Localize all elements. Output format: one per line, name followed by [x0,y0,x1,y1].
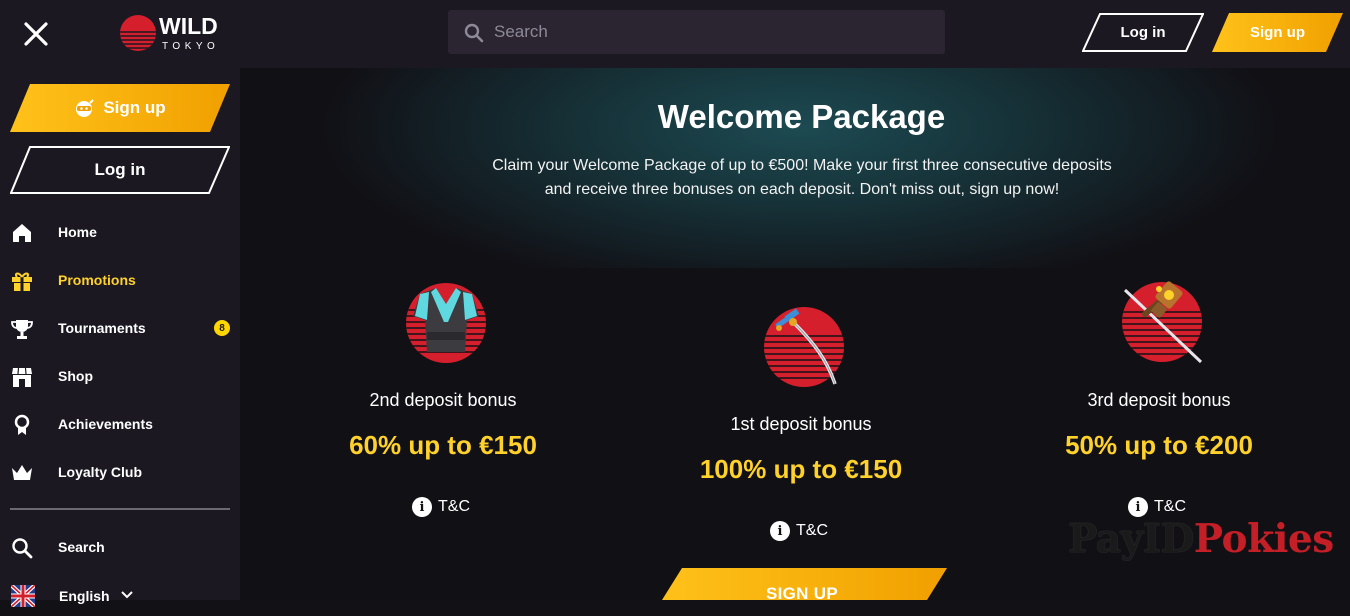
sidebar-item-home[interactable]: Home [0,213,240,253]
sidebar-item-promotions[interactable]: Promotions [0,261,240,301]
hammer-icon [1119,280,1205,366]
bonus-amount: 100% up to €150 [699,454,903,484]
watermark-part-2: Pokies [1193,516,1334,562]
terms-link[interactable]: i T&C [412,496,470,518]
bonus-amount: 50% up to €200 [1065,430,1253,460]
search-bar[interactable] [448,10,945,54]
sidebar-item-label: Achievements [58,416,153,432]
logo-wild: WILD [159,13,218,39]
top-bar: WILD TOKYO Log in Sign up [0,0,1350,68]
search-icon [464,23,484,43]
watermark: PayIDPokies [1068,516,1334,562]
kimono-icon [403,280,489,366]
logo-tokyo: TOKYO [162,41,219,52]
close-icon[interactable] [20,18,52,50]
medal-icon [14,414,30,435]
sidebar-divider [10,508,230,510]
sidebar: Sign up Log in Home Promotions Tournamen… [0,68,240,607]
logo[interactable]: WILD TOKYO [118,12,233,54]
watermark-part-1: PayID [1068,516,1194,562]
terms-label: T&C [438,498,470,515]
info-icon: i [412,497,432,517]
shop-icon [12,367,32,387]
uk-flag-icon [11,585,35,607]
sidebar-signup-button[interactable]: Sign up [10,84,230,132]
sidebar-item-label: Search [58,539,105,555]
sidebar-item-tournaments[interactable]: Tournaments 8 [0,309,240,349]
hero-subtitle-line-1: Claim your Welcome Package of up to €500… [492,157,1112,174]
bonus-card-1st-deposit: 1st deposit bonus 100% up to €150 i T&C [636,278,966,558]
terms-link[interactable]: i T&C [1128,496,1186,518]
sidebar-item-label: Promotions [58,272,136,288]
sidebar-item-label: Tournaments [58,320,146,336]
terms-link[interactable]: i T&C [770,520,828,542]
language-label: English [59,588,110,604]
signup-cta-label: SIGN UP [765,584,838,600]
sidebar-item-search[interactable]: Search [0,528,240,568]
sidebar-signup-content: Sign up [10,84,230,132]
sidebar-item-achievements[interactable]: Achievements [0,405,240,445]
bonus-card-3rd-deposit: 3rd deposit bonus 50% up to €200 i T&C [994,278,1324,528]
hero-subtitle: Claim your Welcome Package of up to €500… [455,154,1149,202]
terms-label: T&C [796,522,828,539]
ninja-face-icon [74,98,95,118]
chevron-down-icon [121,591,133,599]
sidebar-signup-label: Sign up [103,98,166,117]
sidebar-login-button[interactable]: Log in [10,146,230,194]
hero-subtitle-line-2: and receive three bonuses on each deposi… [544,181,1060,198]
trophy-icon [11,320,33,339]
home-icon [13,224,31,242]
bonus-title: 2nd deposit bonus [369,390,517,410]
bonus-amount: 60% up to €150 [349,430,537,460]
signup-cta-button[interactable]: SIGN UP [657,568,947,600]
header-login-button[interactable]: Log in [1082,13,1204,52]
sidebar-item-label: Loyalty Club [58,464,143,480]
sidebar-item-loyalty-club[interactable]: Loyalty Club [0,453,240,493]
katana-icon [761,302,847,388]
header-login-label: Log in [1120,24,1166,41]
tournaments-count-badge: 8 [214,320,230,336]
search-input[interactable] [494,10,934,54]
search-icon [12,538,33,559]
terms-label: T&C [1154,498,1186,515]
info-icon: i [1128,497,1148,517]
info-icon: i [770,521,790,541]
sidebar-item-shop[interactable]: Shop [0,357,240,397]
header-signup-button[interactable]: Sign up [1212,13,1343,52]
gift-icon [12,272,32,291]
sidebar-item-label: Shop [58,368,93,384]
page-title: Welcome Package [657,98,946,135]
sidebar-item-label: Home [58,224,97,240]
header-signup-label: Sign up [1250,24,1305,41]
language-selector[interactable]: English [0,576,240,616]
bonus-title: 1st deposit bonus [730,414,872,434]
bonus-title: 3rd deposit bonus [1087,390,1231,410]
sidebar-login-label: Log in [94,160,146,179]
crown-icon [12,465,32,480]
bonus-card-2nd-deposit: 2nd deposit bonus 60% up to €150 i T&C [278,278,608,528]
hero-banner: Welcome Package Claim your Welcome Packa… [240,68,1350,268]
